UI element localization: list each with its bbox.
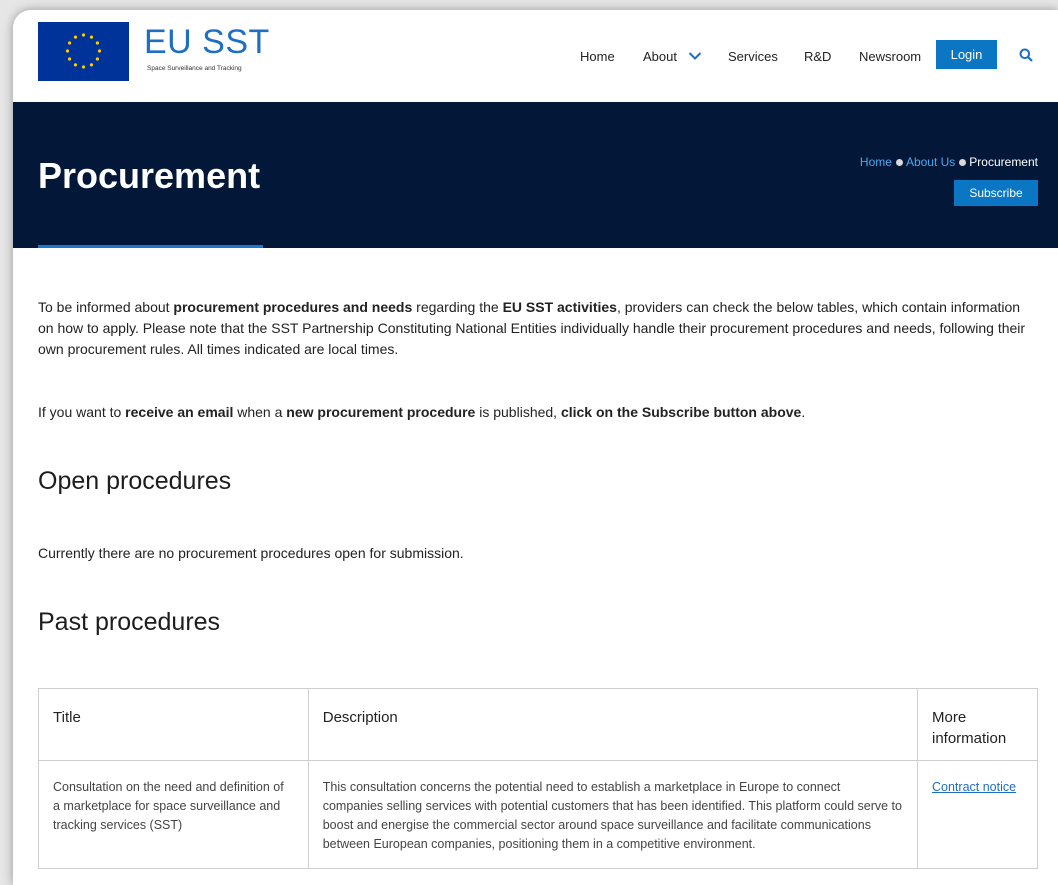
logo-title[interactable]: EU SST: [144, 22, 270, 62]
cell-more-information: Contract notice: [917, 760, 1038, 869]
subscribe-button[interactable]: Subscribe: [954, 180, 1038, 206]
page-title: Procurement: [38, 155, 261, 196]
table-row: Consultation on the need and definition …: [38, 760, 1038, 869]
hero-banner: Procurement Home About Us Procurement Subs…: [13, 102, 1058, 248]
intro-paragraph: To be informed about procurement procedu…: [38, 299, 1026, 357]
cell-title: Consultation on the need and definition …: [38, 760, 309, 869]
site-header: EU SST Space Surveillance and Tracking H…: [13, 10, 1058, 102]
nav-rnd[interactable]: R&D: [804, 49, 831, 65]
breadcrumb-separator-icon: [959, 158, 967, 166]
nav-home[interactable]: Home: [580, 49, 615, 65]
logo-subtitle: Space Surveillance and Tracking: [147, 65, 242, 72]
column-header-more-information: More information: [917, 688, 1038, 761]
login-button[interactable]: Login: [936, 40, 997, 69]
breadcrumb: Home About Us Procurement: [860, 155, 1038, 169]
search-icon[interactable]: [1019, 48, 1033, 67]
intro-section: To be informed about procurement procedu…: [38, 297, 1038, 423]
subscribe-paragraph: If you want to receive an email when a n…: [38, 404, 806, 420]
open-procedures-text: Currently there are no procurement proce…: [38, 545, 464, 561]
past-procedures-table: Title Description More information Consu…: [38, 688, 1038, 869]
nav-about[interactable]: About: [643, 49, 677, 65]
nav-newsroom[interactable]: Newsroom: [859, 49, 921, 65]
eu-flag-logo[interactable]: [38, 22, 129, 81]
nav-services[interactable]: Services: [728, 49, 778, 65]
chevron-down-icon[interactable]: [688, 48, 702, 66]
breadcrumb-home[interactable]: Home: [860, 155, 892, 169]
breadcrumb-separator-icon: [895, 158, 903, 166]
column-header-description: Description: [307, 688, 919, 761]
breadcrumb-current: Procurement: [969, 155, 1038, 169]
cell-description: This consultation concerns the potential…: [307, 760, 919, 869]
page: EU SST Space Surveillance and Tracking H…: [13, 10, 1058, 885]
open-procedures-heading: Open procedures: [38, 467, 232, 495]
table-header-row: Title Description More information: [38, 688, 1038, 761]
contract-notice-link[interactable]: Contract notice: [932, 780, 1016, 794]
title-underline: [38, 245, 263, 248]
past-procedures-heading: Past procedures: [38, 608, 221, 636]
column-header-title: Title: [38, 688, 309, 761]
breadcrumb-about-us[interactable]: About Us: [906, 155, 955, 169]
